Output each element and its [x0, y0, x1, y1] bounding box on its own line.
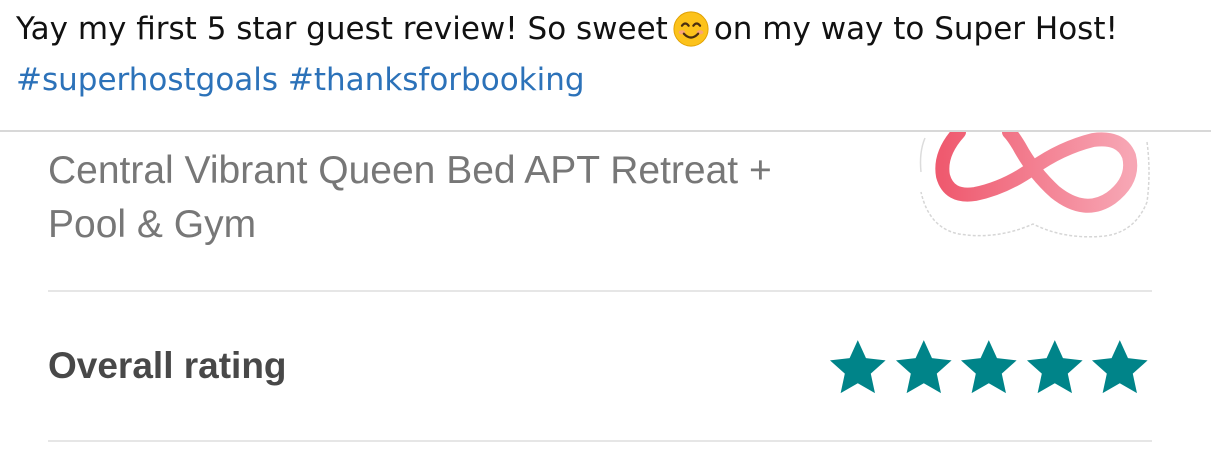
section-divider: [48, 440, 1152, 442]
listing-title-line-1: Central Vibrant Queen Bed APT Retreat +: [48, 149, 772, 192]
post-text-end: on my way to Super Host!: [713, 11, 1118, 47]
star-icon: [895, 340, 952, 394]
post-hashtags: #superhostgoals #thanksforbooking: [16, 60, 585, 100]
star-icon: [1092, 340, 1148, 394]
review-screenshot: Central Vibrant Queen Bed APT Retreat + …: [0, 125, 1211, 449]
post-text-start: Yay my first 5 star guest review! So swe…: [16, 11, 668, 47]
star-icon: [1026, 340, 1083, 394]
smiling-face-emoji-icon: [673, 11, 709, 47]
listing-title: Central Vibrant Queen Bed APT Retreat + …: [48, 144, 868, 252]
hashtag-thanksforbooking[interactable]: #thanksforbooking: [288, 62, 585, 98]
overall-rating-label: Overall rating: [48, 345, 287, 386]
post-text-line: Yay my first 5 star guest review! So swe…: [16, 9, 1118, 49]
listing-title-line-2: Pool & Gym: [48, 203, 257, 246]
airbnb-logo-icon: [915, 125, 1153, 240]
section-divider: [48, 290, 1152, 292]
social-post: Yay my first 5 star guest review! So swe…: [0, 0, 1211, 131]
hashtag-superhostgoals[interactable]: #superhostgoals: [16, 62, 278, 98]
star-icon: [829, 340, 886, 394]
star-icon: [961, 340, 1017, 394]
star-rating: [826, 336, 1152, 400]
